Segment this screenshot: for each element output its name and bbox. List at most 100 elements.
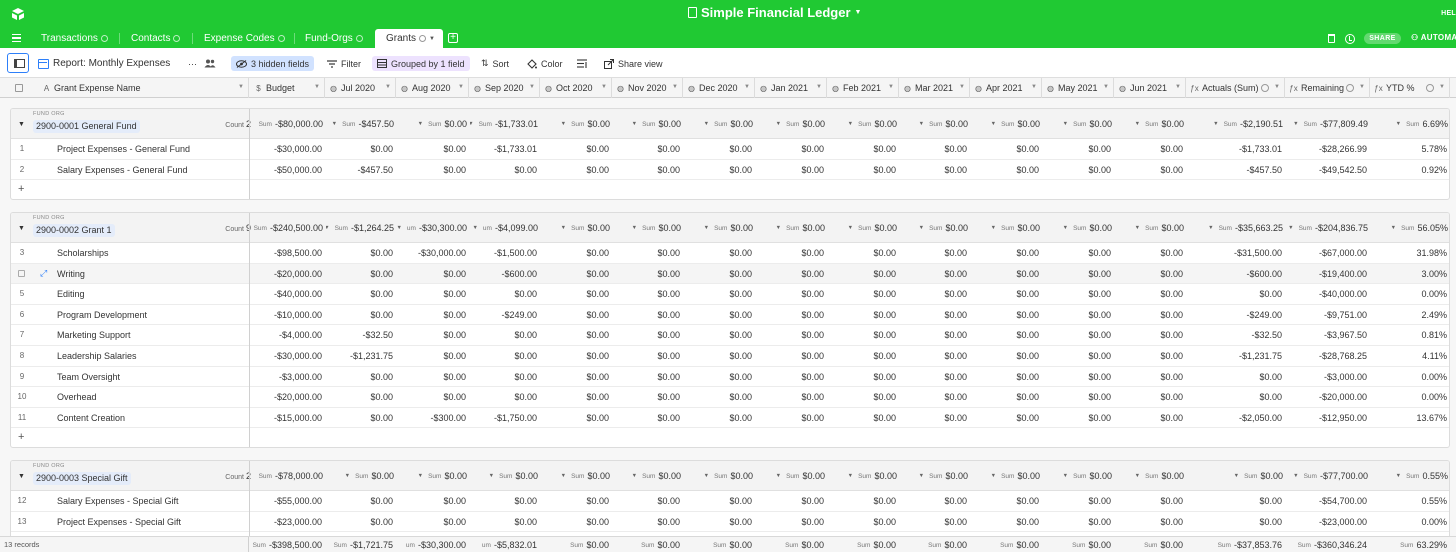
table-cell[interactable]: -$1,750.00 [470, 408, 541, 428]
table-cell[interactable]: $0.00 [1115, 305, 1187, 325]
table-cell[interactable]: -$23,000.00 [1286, 512, 1371, 532]
table-cell[interactable]: 2.49% [1371, 305, 1449, 325]
column-header[interactable]: ƒx Remaining ▼ [1285, 78, 1370, 98]
table-cell[interactable]: $0.00 [684, 139, 756, 159]
table-cell[interactable]: $0.00 [756, 387, 828, 407]
column-header[interactable]: ◍ Jul 2020 ▼ [325, 78, 396, 98]
table-cell[interactable]: $0.00 [613, 264, 684, 284]
table-cell[interactable]: -$32.50 [326, 325, 397, 345]
table-cell[interactable]: -$4,000.00 [251, 325, 326, 345]
table-cell[interactable]: $0.00 [1187, 284, 1286, 304]
chevron-down-icon[interactable]: ▼ [816, 84, 822, 90]
grant-expense-name-cell[interactable]: Program Development [57, 305, 147, 325]
table-cell[interactable]: $0.00 [684, 367, 756, 387]
group-sum[interactable]: ▼ Sum $0.00 [971, 461, 1043, 491]
info-icon[interactable] [100, 35, 108, 42]
group-sum[interactable]: ▼ Sum 6.69% [1371, 109, 1449, 139]
chevron-down-icon[interactable]: ▼ [418, 121, 423, 127]
table-cell[interactable]: -$40,000.00 [1286, 284, 1371, 304]
chevron-down-icon[interactable]: ▼ [1063, 121, 1068, 127]
table-cell[interactable]: $0.00 [900, 160, 971, 180]
group-sum[interactable]: ▼ Sum $0.00 [828, 109, 900, 139]
table-cell[interactable]: $0.00 [828, 305, 900, 325]
table-cell[interactable]: $0.00 [756, 367, 828, 387]
table-cell[interactable]: $0.00 [397, 305, 470, 325]
table-cell[interactable]: 0.00% [1371, 387, 1449, 407]
table-cell[interactable]: -$30,000.00 [251, 346, 326, 366]
chevron-down-icon[interactable]: ▼ [991, 473, 996, 479]
add-record-row[interactable]: + [11, 428, 1449, 447]
chevron-down-icon[interactable]: ▼ [1063, 225, 1068, 231]
table-cell[interactable]: $0.00 [1043, 264, 1115, 284]
table-cell[interactable]: 0.81% [1371, 325, 1449, 345]
table-cell[interactable]: $0.00 [756, 264, 828, 284]
tab-transactions[interactable]: Transactions [41, 29, 108, 48]
table-cell[interactable]: $0.00 [613, 387, 684, 407]
table-cell[interactable]: $0.00 [613, 367, 684, 387]
summary-sum[interactable]: Sum -$398,500.00 [250, 537, 325, 552]
summary-sum[interactable]: Sum $0.00 [1042, 537, 1114, 552]
table-row[interactable]: 8 Leadership Salaries -$30,000.00 -$1,231.7… [11, 346, 1449, 367]
group-sum[interactable]: ▼ Sum $0.00 [613, 461, 684, 491]
table-cell[interactable]: $0.00 [1115, 387, 1187, 407]
table-cell[interactable]: $0.00 [971, 160, 1043, 180]
column-header[interactable]: ◍ Jan 2021 ▼ [755, 78, 827, 98]
table-cell[interactable]: $0.00 [684, 264, 756, 284]
trash-icon[interactable] [1328, 34, 1335, 43]
group-sum[interactable]: ▼ Sum $0.00 [971, 109, 1043, 139]
table-cell[interactable]: -$23,000.00 [251, 512, 326, 532]
table-cell[interactable]: $0.00 [1187, 512, 1286, 532]
table-row[interactable]: 11 Content Creation -$15,000.00 $0.00 -$300.… [11, 408, 1449, 429]
table-cell[interactable]: -$1,733.01 [1187, 139, 1286, 159]
table-cell[interactable]: $0.00 [756, 160, 828, 180]
grant-expense-name-cell[interactable]: Marketing Support [57, 325, 131, 345]
summary-sum[interactable]: Sum $0.00 [899, 537, 970, 552]
group-sum[interactable]: ▼ Sum $0.00 [756, 109, 828, 139]
chevron-down-icon[interactable]: ▼ [238, 84, 244, 90]
group-sum[interactable]: ▼ Sum 0.55% [1371, 461, 1449, 491]
chevron-down-icon[interactable]: ▼ [1135, 225, 1140, 231]
summary-sum[interactable]: Sum $0.00 [1114, 537, 1186, 552]
group-sum[interactable]: ▼ Sum 56.05% [1371, 213, 1449, 243]
table-cell[interactable]: $0.00 [900, 305, 971, 325]
table-cell[interactable]: $0.00 [900, 284, 971, 304]
group-sum[interactable]: ▼ Sum $0.00 [613, 213, 684, 243]
chevron-down-icon[interactable]: ▼ [776, 121, 781, 127]
info-icon[interactable] [355, 35, 363, 42]
table-row[interactable]: 12 Salary Expenses - Special Gift -$55,000… [11, 491, 1449, 512]
expand-record-icon[interactable]: ⤢ [40, 268, 47, 279]
info-icon[interactable] [1346, 84, 1354, 92]
table-cell[interactable]: $0.00 [1115, 160, 1187, 180]
chevron-down-icon[interactable]: ▼ [848, 121, 853, 127]
table-cell[interactable]: 4.11% [1371, 346, 1449, 366]
table-cell[interactable]: -$67,000.00 [1286, 243, 1371, 263]
table-cell[interactable]: $0.00 [1043, 512, 1115, 532]
table-cell[interactable]: $0.00 [828, 408, 900, 428]
table-cell[interactable]: -$12,950.00 [1286, 408, 1371, 428]
chevron-down-icon[interactable]: ▼ [848, 225, 853, 231]
group-sum[interactable]: ▼ Sum $0.00 [326, 461, 397, 491]
table-row[interactable]: 7 Marketing Support -$4,000.00 -$32.50 $0.00… [11, 325, 1449, 346]
chevron-down-icon[interactable]: ▼ [888, 84, 894, 90]
chevron-down-icon[interactable]: ▼ [561, 473, 566, 479]
table-cell[interactable]: -$20,000.00 [251, 264, 326, 284]
table-cell[interactable]: $0.00 [756, 408, 828, 428]
add-table-button[interactable]: + [448, 33, 458, 43]
table-row[interactable]: ⤢ Writing -$20,000.00 $0.00 $0.00 -$600.00 $0.… [11, 263, 1449, 285]
group-sum[interactable]: ▼ Sum -$204,836.75 [1286, 213, 1371, 243]
table-cell[interactable]: $0.00 [470, 160, 541, 180]
table-cell[interactable]: $0.00 [828, 367, 900, 387]
table-cell[interactable]: $0.00 [971, 367, 1043, 387]
table-cell[interactable]: $0.00 [541, 243, 613, 263]
chevron-down-icon[interactable]: ▼ [991, 121, 996, 127]
chevron-down-icon[interactable]: ▼ [1288, 225, 1293, 231]
table-cell[interactable]: $0.00 [684, 160, 756, 180]
select-all-checkbox[interactable] [15, 84, 23, 92]
base-title[interactable]: Simple Financial Ledger ▼ [688, 5, 861, 20]
group-sum[interactable]: ▼ Sum $0.00 [1115, 461, 1187, 491]
table-row[interactable]: 2 Salary Expenses - General Fund -$50,000.… [11, 160, 1449, 181]
table-cell[interactable]: $0.00 [756, 139, 828, 159]
table-cell[interactable]: -$55,000.00 [251, 491, 326, 511]
group-header[interactable]: ▼FUND ORG2900-0001 General FundCount2Sum… [11, 109, 1449, 139]
group-sum[interactable]: ▼ Sum $0.00 [684, 109, 756, 139]
